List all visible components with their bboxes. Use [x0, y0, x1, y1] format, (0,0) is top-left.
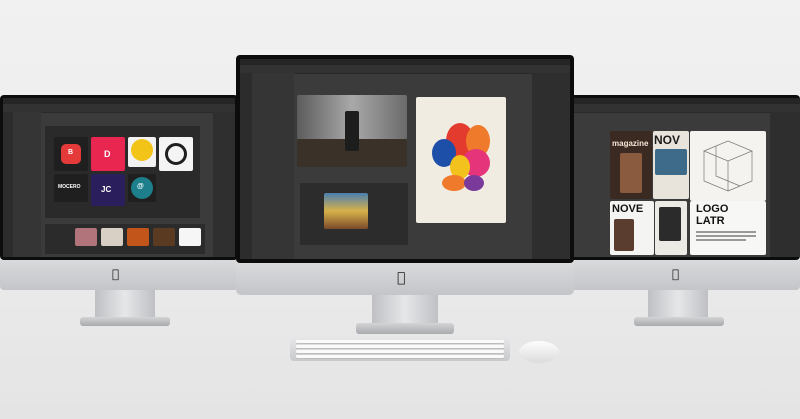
apple-logo-icon:  [112, 267, 119, 281]
logo-tile-3 [128, 137, 156, 167]
options-bar [569, 104, 800, 113]
keyboard[interactable] [290, 337, 510, 361]
left-imac-screen: B D MOCERO JC @ [3, 98, 235, 257]
right-panels [770, 112, 800, 257]
left-imac: B D MOCERO JC @ [0, 95, 238, 330]
right-panels [213, 112, 235, 257]
text-line [696, 231, 756, 233]
thumb [179, 228, 201, 246]
desktop-scene: B D MOCERO JC @ magazine NOV NOVE LOGO L… [0, 0, 800, 419]
page-photo [614, 219, 634, 251]
left-imac-foot [80, 317, 170, 326]
logo-tile-5: MOCERO [54, 174, 88, 202]
photo-subject [345, 111, 359, 151]
logo-tile-1: B [54, 137, 88, 171]
artwork-document [416, 97, 506, 223]
logo-wordmark: MOCERO [58, 184, 81, 190]
right-imac-bezel: magazine NOV NOVE LOGO LATR [566, 95, 800, 260]
logo-letter: B [68, 149, 74, 156]
right-imac-foot [634, 317, 724, 326]
mouse[interactable] [519, 341, 559, 363]
key-row-4 [296, 355, 504, 358]
page-photo [655, 149, 687, 175]
magazine-headline: LATR [696, 215, 725, 227]
magazine-cover: magazine [610, 131, 652, 199]
logo-mark [165, 143, 187, 165]
center-imac-chin:  [236, 263, 574, 295]
right-imac-screen: magazine NOV NOVE LOGO LATR [569, 98, 800, 257]
right-panels [532, 73, 570, 259]
magazine-headline: NOVE [612, 203, 644, 215]
right-imac: magazine NOV NOVE LOGO LATR [566, 95, 800, 330]
abstract-logo [432, 123, 490, 191]
logo-tile-6: JC [91, 174, 125, 206]
center-imac-foot [356, 323, 454, 334]
magazine-headline: LOGO [696, 203, 729, 215]
right-imac-chin:  [566, 260, 800, 290]
logo-mark [131, 139, 153, 161]
center-imac-bezel [236, 55, 574, 263]
magazine-title: magazine [612, 139, 649, 148]
apple-logo-icon:  [397, 270, 405, 286]
text-line [696, 239, 746, 241]
logo-tile-7: @ [128, 174, 156, 202]
cube-sketch [703, 140, 753, 192]
magazine-sketch-page [690, 131, 766, 201]
magazine-headline: NOV [654, 133, 681, 147]
right-imac-stand [648, 290, 708, 318]
logo-tile-4 [159, 137, 193, 171]
text-line [696, 235, 756, 237]
left-imac-bezel: B D MOCERO JC @ [0, 95, 238, 260]
thumb [101, 228, 123, 246]
photo-document [297, 95, 407, 167]
magazine-page-nov: NOV [653, 131, 689, 199]
logo-tile-2: D [91, 137, 125, 171]
logo-letter: JC [101, 185, 112, 194]
logo-letter: D [104, 149, 111, 159]
left-layers [252, 73, 294, 259]
left-imac-chin:  [0, 260, 238, 290]
apple-logo-icon:  [672, 267, 679, 281]
thumb [75, 228, 97, 246]
logo-letter: @ [137, 183, 144, 190]
left-imac-stand [95, 290, 155, 318]
page-photo [659, 207, 681, 241]
sub-window [300, 183, 408, 245]
key-row-3 [296, 350, 504, 353]
key-row-1 [296, 340, 504, 343]
tools-panel [3, 112, 13, 257]
center-imac-screen [240, 59, 570, 259]
magazine-page-people [655, 201, 687, 255]
center-imac-stand [372, 295, 438, 325]
center-imac:  [236, 55, 574, 340]
cover-photo [620, 153, 642, 193]
left-sidebar [13, 112, 41, 257]
tools-panel [240, 73, 252, 259]
small-photo [324, 193, 368, 229]
thumb [127, 228, 149, 246]
filmstrip [45, 224, 205, 254]
thumb [153, 228, 175, 246]
magazine-page-nove: NOVE [610, 201, 654, 255]
magazine-page-logo: LOGO LATR [690, 201, 766, 255]
key-row-2 [296, 345, 504, 348]
